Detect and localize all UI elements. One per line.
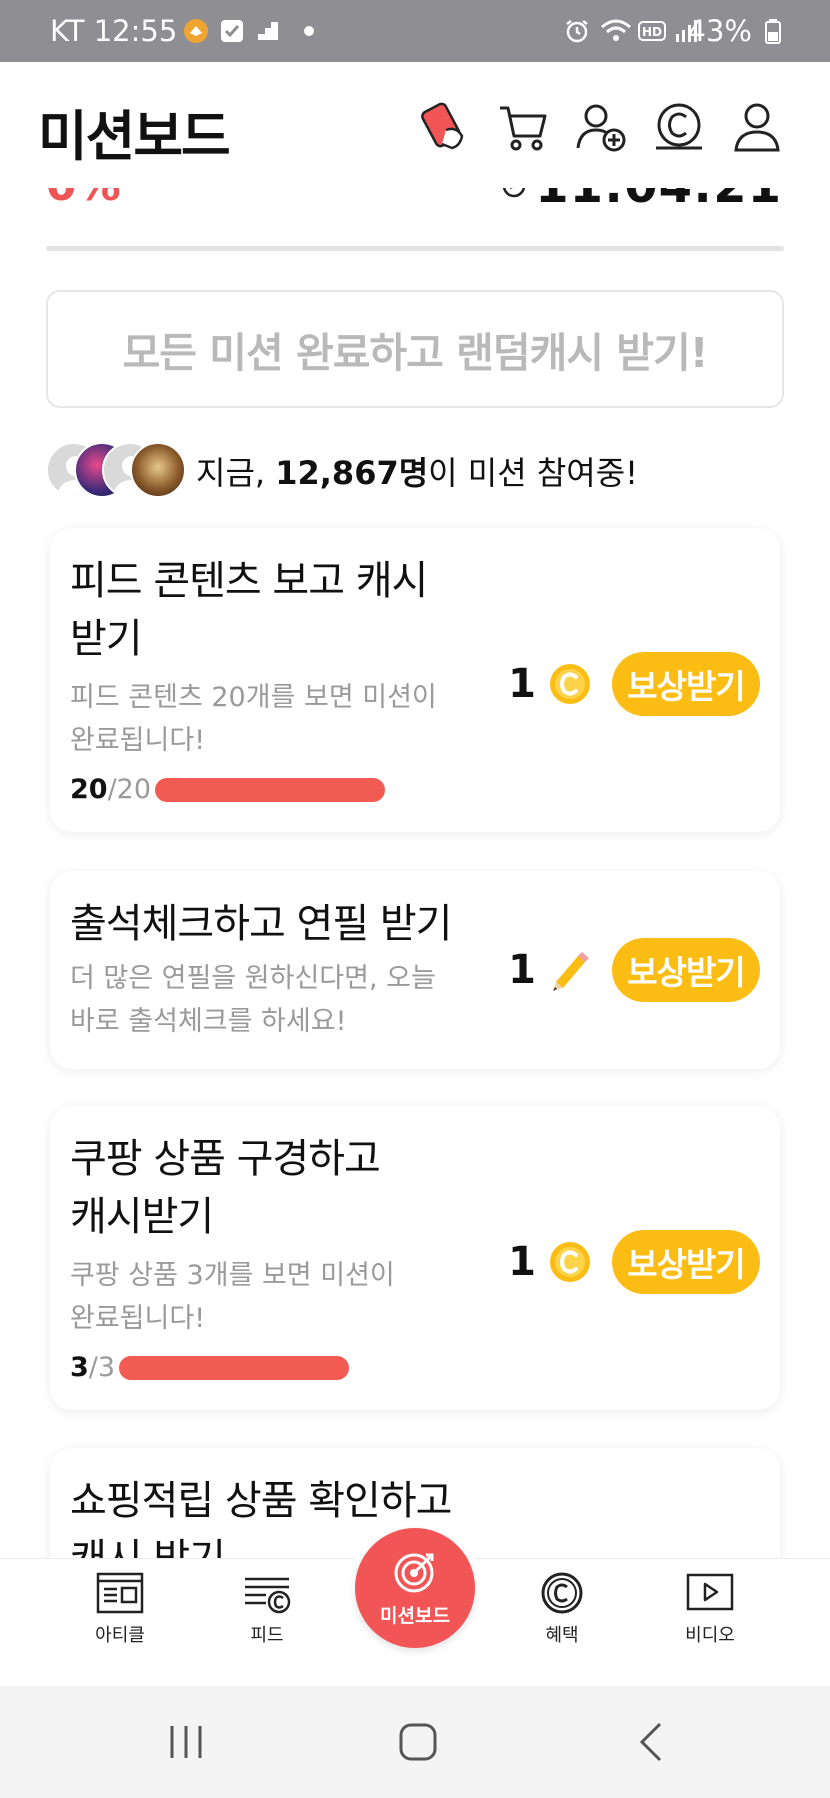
dot-icon — [304, 26, 314, 36]
mission-reward: 1 보상받기 — [508, 1230, 760, 1294]
nav-item-mission-board[interactable]: 미션보드 — [355, 1528, 475, 1648]
participant-avatars — [46, 442, 186, 498]
mission-progress: 3 /3 — [70, 1352, 350, 1383]
check-box-icon — [221, 20, 243, 42]
battery-percent: 43% — [687, 14, 752, 48]
nav-item-benefit[interactable]: 혜택 — [507, 1571, 617, 1647]
article-icon — [96, 1572, 144, 1614]
mission-title: 출석체크하고 연필 받기 — [70, 901, 452, 947]
avatar — [130, 442, 186, 498]
svg-text:HD: HD — [642, 25, 662, 39]
cash-coin-icon — [550, 664, 590, 704]
mission-card[interactable]: 피드 콘텐츠 보고 캐시 받기 피드 콘텐츠 20개를 보면 미션이 완료됩니다… — [50, 528, 780, 832]
divider — [46, 246, 784, 251]
profile-icon[interactable] — [730, 100, 784, 154]
app-header: 미션보드 — [0, 62, 830, 188]
status-bar: KT 12:55 HD 43% — [0, 0, 830, 62]
progress-bar — [155, 777, 386, 802]
mission-card[interactable]: 쿠팡 상품 구경하고 캐시받기 쿠팡 상품 3개를 보면 미션이 완료됩니다! … — [50, 1106, 780, 1410]
wifi-icon — [601, 19, 631, 41]
mission-description: 피드 콘텐츠 20개를 보면 미션이 완료됩니다! — [70, 682, 437, 756]
video-play-icon — [686, 1573, 734, 1611]
completion-percent: 0% — [46, 188, 121, 211]
phone-event-icon[interactable] — [418, 100, 472, 154]
alarm-icon — [566, 20, 588, 43]
reward-amount: 1 — [508, 661, 536, 707]
mission-title: 피드 콘텐츠 보고 캐시 받기 — [70, 558, 428, 662]
mission-reward: 1 보상받기 — [508, 938, 760, 1002]
clock-icon — [503, 188, 526, 198]
mission-reward: 1 보상받기 — [508, 652, 760, 716]
nav-item-video[interactable]: 비디오 — [655, 1571, 765, 1647]
countdown-timer: 11:04:21 — [501, 188, 782, 214]
timer-value: 11:04:21 — [535, 188, 782, 214]
add-friend-icon[interactable] — [574, 100, 628, 154]
nav-item-article[interactable]: 아티클 — [65, 1571, 175, 1647]
participant-count: 12,867명 — [275, 454, 429, 492]
pencil-icon — [553, 952, 589, 991]
all-missions-label: 모든 미션 완료하고 랜덤캐시 받기! — [122, 329, 709, 377]
target-icon — [394, 1553, 434, 1592]
app-notification-icon — [184, 19, 208, 43]
recent-apps-button[interactable] — [166, 1720, 206, 1764]
feed-icon — [245, 1577, 291, 1614]
mission-description: 더 많은 연필을 원하신다면, 오늘 바로 출석체크를 하세요! — [70, 963, 436, 1037]
cash-coin-icon[interactable] — [652, 100, 706, 154]
claim-reward-button[interactable]: 보상받기 — [612, 1230, 760, 1294]
progress-bar — [119, 1355, 350, 1380]
cash-coin-icon — [550, 1242, 590, 1282]
all-missions-reward-button[interactable]: 모든 미션 완료하고 랜덤캐시 받기! — [46, 290, 784, 408]
claim-reward-button[interactable]: 보상받기 — [612, 938, 760, 1002]
system-navigation-bar — [0, 1686, 830, 1798]
bottom-navigation: 아티클 피드 미션보드 혜택 비디오 — [0, 1521, 830, 1686]
back-button[interactable] — [632, 1720, 672, 1764]
reward-amount: 1 — [508, 1239, 536, 1285]
claim-reward-button[interactable]: 보상받기 — [612, 652, 760, 716]
benefit-coin-icon — [541, 1572, 583, 1614]
nav-item-feed[interactable]: 피드 — [212, 1571, 322, 1647]
mission-card[interactable]: 출석체크하고 연필 받기 더 많은 연필을 원하신다면, 오늘 바로 출석체크를… — [50, 871, 780, 1069]
cart-icon[interactable] — [496, 100, 550, 154]
page-title: 미션보드 — [38, 105, 231, 168]
participants-text: 지금, 12,867명이 미션 참여중! — [196, 454, 638, 492]
hd-icon: HD — [638, 21, 666, 41]
battery-icon — [765, 19, 781, 44]
mission-progress: 20 /20 — [70, 774, 386, 805]
reward-amount: 1 — [508, 947, 536, 993]
mission-board-content[interactable]: 0% 11:04:21 모든 미션 완료하고 랜덤캐시 받기! 지금, 12,8… — [0, 188, 830, 1558]
home-button[interactable] — [396, 1720, 440, 1764]
mission-title: 쿠팡 상품 구경하고 캐시받기 — [70, 1136, 381, 1240]
carrier-time: KT 12:55 — [50, 14, 178, 48]
mission-description: 쿠팡 상품 3개를 보면 미션이 완료됩니다! — [70, 1260, 395, 1334]
stairs-icon — [258, 22, 278, 40]
